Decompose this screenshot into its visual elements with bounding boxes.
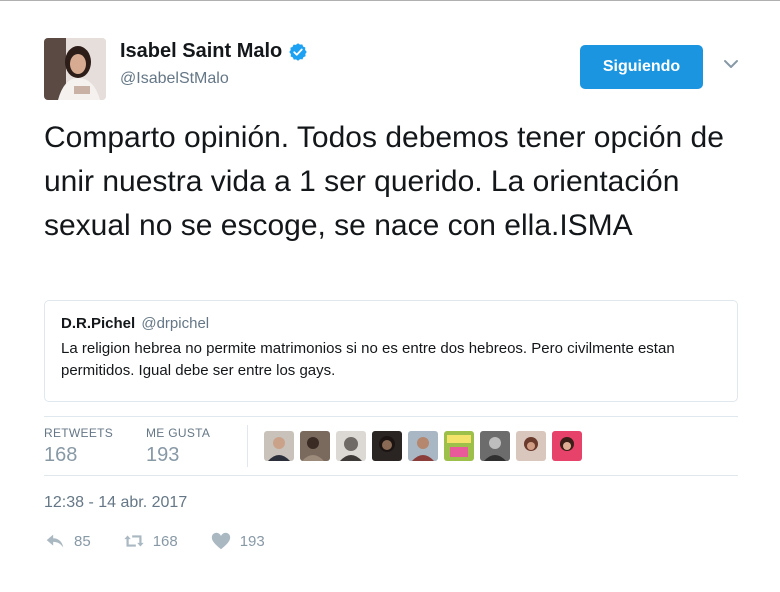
retweets-value: 168	[44, 444, 78, 466]
verified-badge-icon	[289, 42, 308, 61]
liker-avatar[interactable]	[336, 431, 366, 461]
reply-icon	[46, 534, 64, 548]
retweets-label: RETWEETS	[44, 426, 114, 440]
author-name-row: Isabel Saint Malo	[120, 40, 308, 63]
author-handle[interactable]: @IsabelStMalo	[120, 70, 229, 88]
reply-button[interactable]: 85	[44, 530, 91, 552]
quoted-tweet-header: D.R.Pichel @drpichel	[61, 315, 721, 332]
likes-value: 193	[146, 444, 180, 466]
liker-avatar[interactable]	[480, 431, 510, 461]
like-button[interactable]: 193	[210, 530, 265, 552]
liker-avatar[interactable]	[516, 431, 546, 461]
retweet-button[interactable]: 168	[123, 530, 178, 552]
liker-avatar[interactable]	[552, 431, 582, 461]
stats-divider	[247, 425, 248, 467]
liker-avatar[interactable]	[444, 431, 474, 461]
liker-avatar[interactable]	[408, 431, 438, 461]
heart-icon	[211, 532, 230, 550]
quoted-author-handle: @drpichel	[141, 315, 210, 332]
author-avatar[interactable]	[44, 38, 106, 100]
liker-avatar[interactable]	[300, 431, 330, 461]
tweet-actions: 85 168 193	[44, 530, 297, 552]
chevron-down-icon[interactable]	[722, 57, 740, 71]
quoted-author-name: D.R.Pichel	[61, 315, 136, 332]
tweet-stats: RETWEETS 168 ME GUSTA 193	[44, 416, 738, 476]
liker-avatar[interactable]	[372, 431, 402, 461]
quoted-tweet[interactable]: D.R.Pichel @drpichel La religion hebrea …	[44, 300, 738, 402]
quoted-tweet-text: La religion hebrea no permite matrimonio…	[61, 340, 675, 379]
retweets-stat[interactable]: RETWEETS 168	[44, 426, 113, 467]
liker-avatars	[264, 431, 582, 461]
liker-avatar[interactable]	[264, 431, 294, 461]
author-display-name[interactable]: Isabel Saint Malo	[120, 40, 282, 63]
like-count: 193	[239, 532, 265, 550]
retweet-count: 168	[152, 532, 178, 550]
likes-label: ME GUSTA	[146, 426, 211, 440]
reply-count: 85	[74, 532, 91, 550]
likes-stat[interactable]: ME GUSTA 193	[146, 426, 210, 467]
following-button[interactable]: Siguiendo	[580, 45, 703, 89]
retweet-icon	[124, 535, 144, 547]
tweet-text: Comparto opinión. Todos debemos tener op…	[44, 121, 724, 242]
tweet-timestamp[interactable]: 12:38 - 14 abr. 2017	[44, 494, 187, 512]
top-border	[0, 0, 780, 1]
